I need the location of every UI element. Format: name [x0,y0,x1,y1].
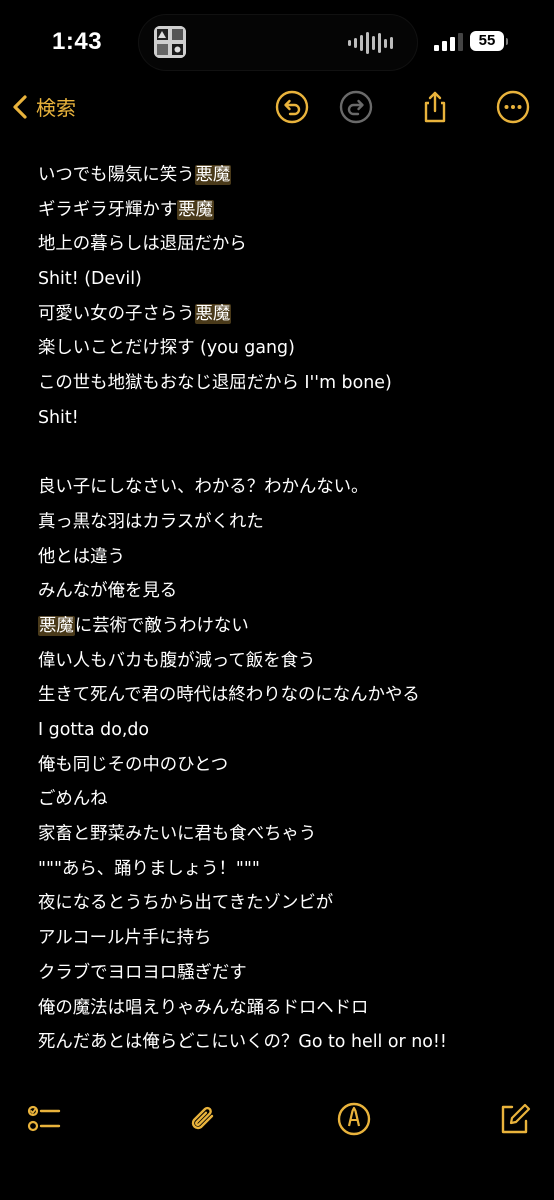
compose-icon [501,1103,531,1134]
note-line[interactable]: 良い子にしなさい、わかる？わかんない。 [38,470,538,505]
dynamic-island[interactable] [139,15,417,70]
note-line[interactable]: 真っ黒な羽はカラスがくれた [38,505,538,540]
note-line[interactable]: この世も地獄もおなじ退屈だから I''m bone) [38,366,538,401]
note-text: 俺も同じその中のひとつ [38,754,229,775]
note-line[interactable]: 夜になるとうちから出てきたゾンビが [38,886,538,921]
note-text: 良い子にしなさい、わかる？わかんない。 [38,477,369,498]
checklist-icon [27,1105,61,1132]
nav-bar: 検索 [0,86,554,132]
note-text: 可愛い女の子さらう [38,303,195,324]
markup-button[interactable] [336,1101,372,1137]
note-body[interactable]: いつでも陽気に笑う悪魔 ギラギラ牙輝かす悪魔 地上の暮らしは退屈だから Shit! (… [38,158,538,1060]
search-highlight: 悪魔 [38,615,75,636]
note-line[interactable]: 死んだあとは俺らどこにいくの？Go to hell or no!! [38,1025,538,1060]
note-line[interactable]: みんなが俺を見る [38,574,538,609]
attachment-icon [191,1106,214,1130]
note-line[interactable]: Shit! (Devil) [38,262,538,297]
more-icon [496,90,530,124]
note-text: Shit! (Devil) [38,269,142,290]
note-text: クラブでヨロヨロ騒ぎだす [38,962,247,983]
note-text: 死んだあとは俺らどこにいくの？Go to hell or no!! [38,1032,447,1053]
note-text: ギラギラ牙輝かす [38,199,178,220]
back-label: 検索 [36,96,76,120]
note-text: I gotta do,do [38,720,150,740]
note-line[interactable]: 悪魔に芸術で敵うわけない [38,609,538,644]
note-text: 楽しいことだけ探す (you gang) [38,338,295,359]
note-text: アルコール片手に持ち [38,928,212,949]
note-line[interactable]: ギラギラ牙輝かす悪魔 [38,193,538,228]
note-line[interactable]: 可愛い女の子さらう悪魔 [38,297,538,332]
status-time: 1:43 [52,28,103,55]
note-line[interactable]: アルコール片手に持ち [38,921,538,956]
note-text: 生きて死んで君の時代は終わりなのになんかやる [38,685,420,706]
note-text: Shit! [38,407,79,428]
search-highlight: 悪魔 [177,199,214,220]
undo-icon [275,90,309,124]
note-line[interactable]: I gotta do,do [38,713,538,748]
cellular-signal-icon [434,33,463,51]
compose-button[interactable] [496,1101,532,1137]
note-text: 俺の魔法は唱えりゃみんな踊るドロヘドロ [38,997,369,1018]
now-playing-artwork-icon [154,26,186,58]
battery-icon: 55 [470,31,508,51]
battery-level: 55 [478,32,496,49]
redo-icon [339,90,373,124]
note-line[interactable]: 地上の暮らしは退屈だから [38,227,538,262]
attachment-button[interactable] [185,1101,221,1137]
note-line[interactable]: """あら、踊りましょう！""" [38,852,538,887]
note-line[interactable]: 他とは違う [38,540,538,575]
audio-waveform-icon [348,31,393,55]
note-line[interactable]: いつでも陽気に笑う悪魔 [38,158,538,193]
bottom-toolbar [0,1095,554,1155]
note-line[interactable]: 偉い人もバカも腹が減って飯を食う [38,644,538,679]
search-highlight: 悪魔 [194,165,232,185]
note-line[interactable]: 家畜と野菜みたいに君も食べちゃう [38,817,538,852]
note-text: 地上の暮らしは退屈だから [38,234,247,255]
share-button[interactable] [418,90,452,124]
status-bar: 1:43 55 [0,0,554,84]
search-highlight: 悪魔 [194,303,232,324]
note-line[interactable]: 俺の魔法は唱えりゃみんな踊るドロヘドロ [38,991,538,1026]
note-text: """あら、踊りましょう！""" [38,858,260,879]
share-icon [424,91,446,123]
note-line[interactable]: 楽しいことだけ探す (you gang) [38,331,538,366]
markup-icon [337,1102,371,1136]
note-line[interactable]: 俺も同じその中のひとつ [38,748,538,783]
note-text: 他とは違う [38,546,125,567]
note-text: 偉い人もバカも腹が減って飯を食う [38,650,316,671]
note-text: 夜になるとうちから出てきたゾンビが [38,893,334,914]
note-text: 家畜と野菜みたいに君も食べちゃう [38,824,317,845]
redo-button[interactable] [339,90,373,124]
note-line[interactable] [38,436,538,471]
checklist-button[interactable] [26,1101,62,1137]
note-text: に芸術で敵うわけない [74,615,249,636]
note-text: この世も地獄もおなじ退屈だから I''m bone) [38,373,392,394]
note-line[interactable]: ごめんね [38,782,538,817]
note-text: ごめんね [38,789,108,810]
note-text: 真っ黒な羽はカラスがくれた [38,511,264,532]
chevron-left-icon [13,94,27,119]
undo-button[interactable] [275,90,309,124]
back-button[interactable]: 検索 [12,92,76,121]
note-line[interactable]: Shit! [38,401,538,436]
note-line[interactable]: 生きて死んで君の時代は終わりなのになんかやる [38,678,538,713]
note-line[interactable]: クラブでヨロヨロ騒ぎだす [38,956,538,991]
more-button[interactable] [496,90,530,124]
note-text: いつでも陽気に笑う [38,165,195,185]
note-text: みんなが俺を見る [38,581,178,602]
